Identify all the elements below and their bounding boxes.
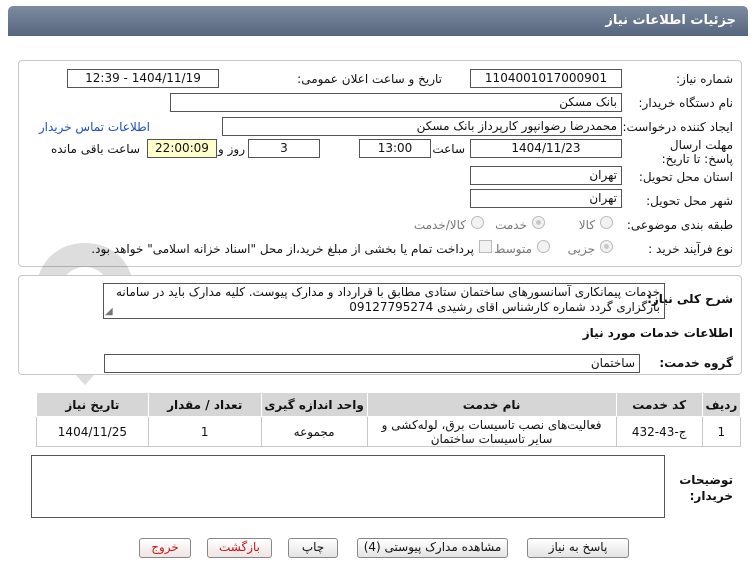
- info-panel: [18, 60, 742, 267]
- column-header: نام خدمت: [366, 392, 617, 417]
- remaining-time-label: ساعت باقی مانده: [50, 142, 140, 156]
- city-label: شهر محل تحویل:: [646, 194, 733, 208]
- buyer-notes-label: توضیحات خریدار:: [679, 473, 733, 503]
- city-field: تهران: [470, 189, 622, 208]
- category-option-service: خدمت: [495, 218, 527, 232]
- page-title: جزئیات اطلاعات نیاز: [8, 6, 748, 36]
- process-option-minor: جزیی: [567, 242, 595, 256]
- remaining-time-field: 22:00:09: [147, 139, 217, 158]
- column-header: کد خدمت: [615, 392, 703, 417]
- process-radio-minor[interactable]: [600, 240, 613, 253]
- days-remaining-field: 3: [248, 139, 320, 158]
- need-number-field: 1104001017000901: [470, 69, 622, 88]
- column-header: ردیف: [701, 392, 742, 417]
- exit-button[interactable]: خروج: [139, 538, 191, 558]
- buyer-notes-field[interactable]: [31, 455, 665, 518]
- view-attachments-button[interactable]: مشاهده مدارک پیوستی (4): [357, 538, 508, 558]
- deadline-time-field: 13:00: [359, 139, 431, 158]
- row-quantity: 1: [147, 416, 262, 447]
- deadline-time-label: ساعت: [432, 142, 465, 156]
- row-index: 1: [701, 416, 742, 447]
- service-group-label: گروه خدمت:: [659, 356, 733, 370]
- column-header: واحد اندازه گیری: [260, 392, 368, 417]
- service-group-field: ساختمان: [104, 354, 640, 373]
- creator-field: محمدرضا رضوانپور کارپرداز بانک مسکن: [222, 117, 622, 136]
- column-header: تاریخ نیاز: [36, 392, 149, 417]
- row-service-code: ج-43-432: [615, 416, 703, 447]
- province-field: تهران: [470, 166, 622, 185]
- process-option-medium: متوسط: [494, 242, 532, 256]
- category-radio-service[interactable]: [532, 216, 545, 229]
- description-text: خدمات پیمانکاری آسانسورهای ساختمان ستادی…: [103, 283, 665, 319]
- print-button[interactable]: چاپ: [288, 538, 338, 558]
- reply-button[interactable]: پاسخ به نیاز: [527, 538, 629, 558]
- deadline-label: مهلت ارسال پاسخ: تا تاریخ:: [661, 138, 733, 166]
- back-button[interactable]: بازگشت: [207, 538, 272, 558]
- resize-handle-icon[interactable]: ◢: [105, 306, 113, 317]
- table-header-row: ردیف کد خدمت نام خدمت واحد اندازه گیری ت…: [36, 392, 742, 417]
- need-number-label: شماره نیاز:: [676, 72, 733, 86]
- buyer-field: بانک مسکن: [170, 93, 622, 112]
- services-table: ردیف کد خدمت نام خدمت واحد اندازه گیری ت…: [36, 392, 742, 447]
- treasury-payment-checkbox[interactable]: [479, 240, 492, 253]
- row-unit: مجموعه: [260, 416, 368, 447]
- row-service-name: فعالیت‌های نصب تاسیسات برق، لوله‌کشی و س…: [366, 416, 617, 447]
- column-header: تعداد / مقدار: [147, 392, 262, 417]
- row-need-date: 1404/11/25: [36, 416, 149, 447]
- services-heading: اطلاعات خدمات مورد نیاز: [582, 326, 733, 340]
- table-row[interactable]: 1 ج-43-432 فعالیت‌های نصب تاسیسات برق، ل…: [36, 416, 742, 447]
- treasury-payment-note: پرداخت تمام یا بخشی از مبلغ خرید،از محل …: [91, 242, 474, 256]
- category-option-goods: کالا: [578, 218, 595, 232]
- deadline-date-field: 1404/11/23: [470, 139, 622, 158]
- category-radio-goods[interactable]: [600, 216, 613, 229]
- process-label: نوع فرآیند خرید :: [648, 242, 733, 256]
- category-radio-goods-service[interactable]: [471, 216, 484, 229]
- announce-label: تاریخ و ساعت اعلان عمومی:: [297, 72, 442, 86]
- creator-label: ایجاد کننده درخواست:: [622, 120, 733, 134]
- announce-datetime-field: 1404/11/19 - 12:39: [67, 69, 219, 88]
- province-label: استان محل تحویل:: [638, 170, 733, 184]
- category-label: طبقه بندی موضوعی:: [626, 218, 733, 232]
- process-radio-medium[interactable]: [537, 240, 550, 253]
- buyer-label: نام دستگاه خریدار:: [638, 96, 734, 110]
- buyer-contact-link[interactable]: اطلاعات تماس خریدار: [39, 120, 150, 134]
- days-label: روز و: [218, 142, 245, 156]
- category-option-goods-service: کالا/خدمت: [413, 218, 466, 232]
